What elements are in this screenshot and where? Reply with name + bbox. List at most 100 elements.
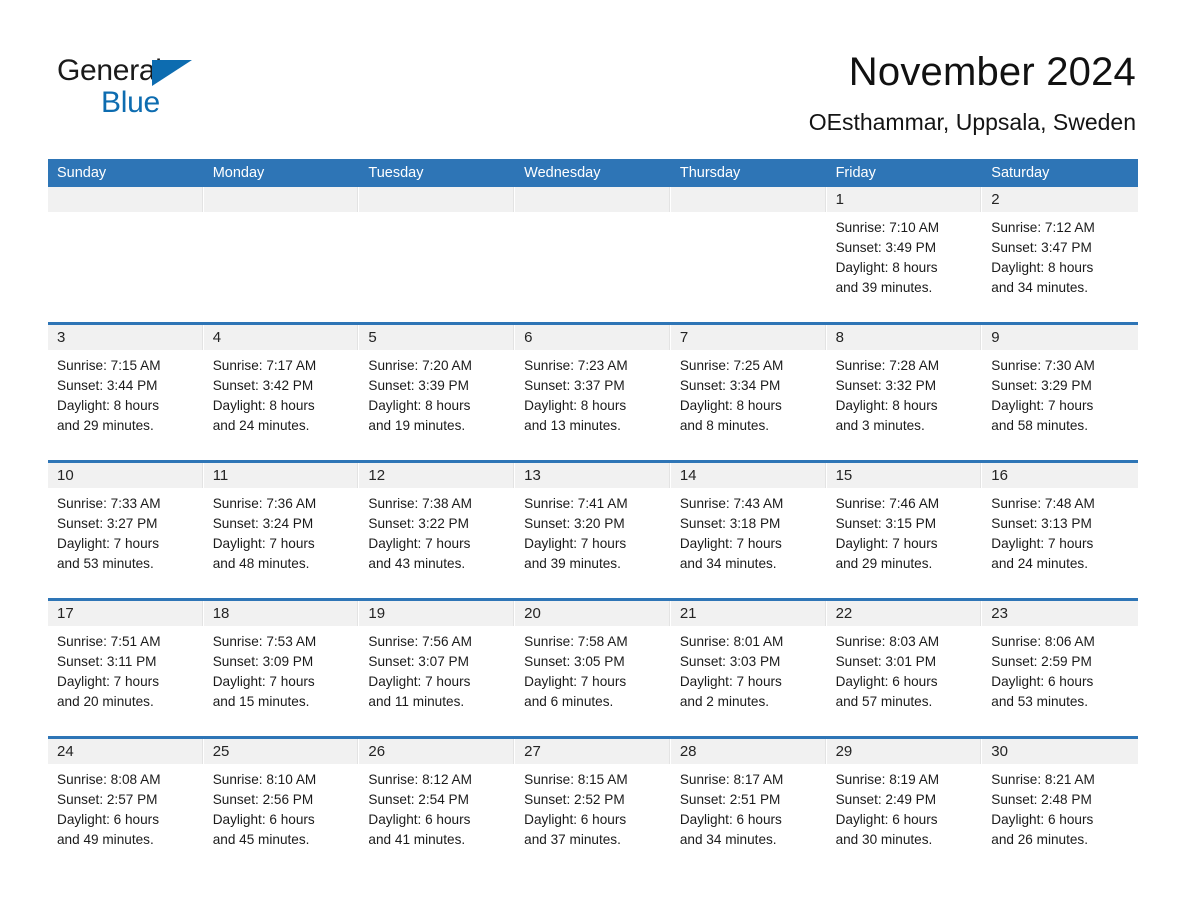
day-number-strip: 8: [826, 325, 982, 350]
day-cell[interactable]: 17 Sunrise: 7:51 AM Sunset: 3:11 PM Dayligh…: [48, 601, 204, 736]
day-cell[interactable]: 18 Sunrise: 7:53 AM Sunset: 3:09 PM Dayligh…: [203, 601, 360, 736]
day-number-strip: 9: [982, 325, 1138, 350]
day-details: Sunrise: 7:43 AM Sunset: 3:18 PM Daylight:…: [671, 488, 826, 574]
day-details: Sunrise: 7:58 AM Sunset: 3:05 PM Daylight:…: [515, 626, 670, 712]
day-number-strip: 14: [670, 463, 826, 488]
day-detail-line: Sunset: 3:05 PM: [524, 654, 625, 669]
day-number-strip: 11: [203, 463, 359, 488]
day-number-strip: 6: [515, 325, 670, 350]
day-detail-line: Daylight: 6 hours: [524, 812, 627, 827]
day-cell[interactable]: 19 Sunrise: 7:56 AM Sunset: 3:07 PM Dayligh…: [359, 601, 516, 736]
day-cell[interactable]: 2 Sunrise: 7:12 AM Sunset: 3:47 PM Daylight…: [982, 187, 1138, 322]
day-number: 19: [368, 605, 386, 622]
day-detail-line: Sunset: 2:48 PM: [991, 792, 1092, 807]
day-number-strip: 24: [48, 739, 203, 764]
day-cell[interactable]: 28 Sunrise: 8:17 AM Sunset: 2:51 PM Dayligh…: [670, 739, 827, 874]
day-cell[interactable]: 6 Sunrise: 7:23 AM Sunset: 3:37 PM Daylight…: [515, 325, 671, 460]
day-cell[interactable]: 8 Sunrise: 7:28 AM Sunset: 3:32 PM Daylight…: [826, 325, 983, 460]
day-detail-line: Sunrise: 7:23 AM: [524, 358, 628, 373]
day-number: 18: [212, 605, 230, 622]
day-cell[interactable]: 14 Sunrise: 7:43 AM Sunset: 3:18 PM Dayligh…: [670, 463, 827, 598]
day-detail-line: Daylight: 8 hours: [57, 398, 160, 413]
day-cell[interactable]: 21 Sunrise: 8:01 AM Sunset: 3:03 PM Dayligh…: [670, 601, 827, 736]
day-detail-line: Sunset: 3:01 PM: [835, 654, 937, 669]
day-cell[interactable]: 9 Sunrise: 7:30 AM Sunset: 3:29 PM Daylight…: [982, 325, 1138, 460]
page-title: November 2024: [848, 50, 1136, 94]
day-detail-line: Sunset: 3:20 PM: [524, 516, 625, 531]
day-cell-empty: [670, 187, 827, 322]
weekday-header-tuesday: Tuesday: [368, 165, 424, 181]
day-cell[interactable]: 4 Sunrise: 7:17 AM Sunset: 3:42 PM Daylight…: [203, 325, 360, 460]
day-detail-line: Sunset: 3:34 PM: [679, 378, 781, 393]
day-cell[interactable]: 12 Sunrise: 7:38 AM Sunset: 3:22 PM Dayligh…: [359, 463, 516, 598]
day-detail-line: Sunset: 3:09 PM: [212, 654, 314, 669]
day-detail-line: Daylight: 8 hours: [212, 398, 315, 413]
day-detail-line: Sunrise: 7:58 AM: [524, 634, 628, 649]
day-number: 7: [679, 329, 689, 346]
day-details: Sunrise: 7:33 AM Sunset: 3:27 PM Daylight:…: [48, 488, 203, 574]
day-cell[interactable]: 16 Sunrise: 7:48 AM Sunset: 3:13 PM Dayligh…: [982, 463, 1138, 598]
day-details: Sunrise: 7:30 AM Sunset: 3:29 PM Daylight:…: [982, 350, 1138, 436]
day-cell[interactable]: 23 Sunrise: 8:06 AM Sunset: 2:59 PM Dayligh…: [982, 601, 1138, 736]
day-cell[interactable]: 5 Sunrise: 7:20 AM Sunset: 3:39 PM Daylight…: [359, 325, 516, 460]
day-cell[interactable]: 13 Sunrise: 7:41 AM Sunset: 3:20 PM Dayligh…: [515, 463, 671, 598]
day-detail-line: and 48 minutes.: [212, 556, 310, 571]
day-number: 23: [991, 605, 1008, 622]
day-detail-line: and 8 minutes.: [679, 418, 770, 433]
day-number: 24: [57, 743, 74, 760]
day-number-strip: 26: [359, 739, 515, 764]
day-cell-empty: [359, 187, 516, 322]
day-detail-line: Daylight: 7 hours: [679, 674, 782, 689]
day-cell[interactable]: 3 Sunrise: 7:15 AM Sunset: 3:44 PM Daylight…: [48, 325, 204, 460]
day-number-strip: 3: [48, 325, 203, 350]
day-details: Sunrise: 8:08 AM Sunset: 2:57 PM Daylight:…: [48, 764, 203, 850]
day-details: Sunrise: 7:38 AM Sunset: 3:22 PM Daylight:…: [359, 488, 514, 574]
day-cell[interactable]: 24 Sunrise: 8:08 AM Sunset: 2:57 PM Dayligh…: [48, 739, 204, 874]
day-detail-line: Sunset: 2:54 PM: [368, 792, 469, 807]
day-number-strip: 13: [515, 463, 670, 488]
day-detail-line: Sunrise: 7:51 AM: [57, 634, 161, 649]
day-detail-line: and 39 minutes.: [835, 280, 933, 295]
day-cell[interactable]: 30 Sunrise: 8:21 AM Sunset: 2:48 PM Dayligh…: [982, 739, 1138, 874]
day-detail-line: Daylight: 6 hours: [991, 674, 1094, 689]
day-detail-line: Sunrise: 7:10 AM: [835, 220, 940, 235]
day-cell[interactable]: 22 Sunrise: 8:03 AM Sunset: 3:01 PM Dayligh…: [826, 601, 983, 736]
day-number: 16: [991, 467, 1008, 484]
day-detail-line: Sunset: 2:52 PM: [524, 792, 625, 807]
weekday-header-thursday: Thursday: [679, 165, 741, 181]
calendar-week-row: 17 Sunrise: 7:51 AM Sunset: 3:11 PM Dayligh…: [48, 598, 1138, 736]
day-cell[interactable]: 27 Sunrise: 8:15 AM Sunset: 2:52 PM Dayligh…: [515, 739, 671, 874]
day-detail-line: Daylight: 6 hours: [835, 674, 938, 689]
day-detail-line: and 24 minutes.: [991, 556, 1089, 571]
day-detail-line: Sunset: 3:03 PM: [679, 654, 781, 669]
day-cell[interactable]: 25 Sunrise: 8:10 AM Sunset: 2:56 PM Dayligh…: [203, 739, 360, 874]
day-number: 5: [368, 329, 377, 346]
day-cell[interactable]: 11 Sunrise: 7:36 AM Sunset: 3:24 PM Dayligh…: [203, 463, 360, 598]
day-detail-line: Daylight: 8 hours: [835, 398, 938, 413]
day-details: Sunrise: 7:51 AM Sunset: 3:11 PM Daylight:…: [48, 626, 203, 712]
day-cell[interactable]: 15 Sunrise: 7:46 AM Sunset: 3:15 PM Dayligh…: [826, 463, 983, 598]
day-detail-line: Sunset: 3:15 PM: [835, 516, 937, 531]
day-cell[interactable]: 26 Sunrise: 8:12 AM Sunset: 2:54 PM Dayligh…: [359, 739, 516, 874]
logo-text-general: General: [57, 54, 162, 87]
day-detail-line: Sunset: 2:59 PM: [991, 654, 1092, 669]
day-cell[interactable]: 20 Sunrise: 7:58 AM Sunset: 3:05 PM Dayligh…: [515, 601, 671, 736]
day-cell[interactable]: 29 Sunrise: 8:19 AM Sunset: 2:49 PM Dayligh…: [826, 739, 983, 874]
day-cell[interactable]: 7 Sunrise: 7:25 AM Sunset: 3:34 PM Daylight…: [670, 325, 827, 460]
day-cell[interactable]: 1 Sunrise: 7:10 AM Sunset: 3:49 PM Daylight…: [826, 187, 983, 322]
day-details: Sunrise: 7:25 AM Sunset: 3:34 PM Daylight:…: [671, 350, 826, 436]
day-number: 22: [835, 605, 853, 622]
day-number: 4: [212, 329, 222, 346]
day-number-strip: 2: [982, 187, 1138, 212]
day-detail-line: Sunset: 3:13 PM: [991, 516, 1092, 531]
day-cell[interactable]: 10 Sunrise: 7:33 AM Sunset: 3:27 PM Dayligh…: [48, 463, 204, 598]
day-detail-line: Sunset: 3:22 PM: [368, 516, 469, 531]
day-detail-line: Sunset: 2:57 PM: [57, 792, 158, 807]
day-number: 26: [368, 743, 386, 760]
day-details: Sunrise: 7:36 AM Sunset: 3:24 PM Daylight:…: [204, 488, 359, 574]
day-detail-line: Sunrise: 7:56 AM: [368, 634, 472, 649]
day-detail-line: Sunset: 3:24 PM: [212, 516, 314, 531]
day-number-strip: [359, 187, 515, 212]
day-details: [48, 212, 203, 218]
day-detail-line: Daylight: 7 hours: [991, 398, 1094, 413]
